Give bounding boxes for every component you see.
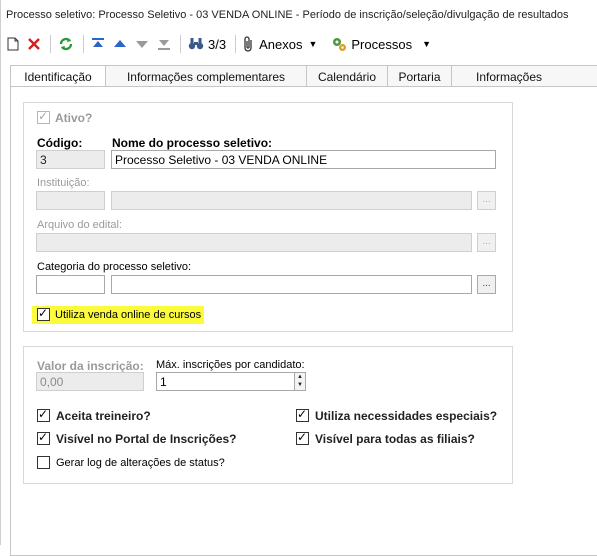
paperclip-icon: [244, 36, 252, 52]
next-record-button[interactable]: [132, 33, 152, 55]
last-record-button[interactable]: [154, 33, 174, 55]
treineiro-checkbox[interactable]: ✓: [37, 407, 50, 422]
max-inscricoes-spinner[interactable]: ▲ ▼: [294, 372, 306, 391]
gears-icon: [333, 38, 347, 51]
log-checkbox[interactable]: [37, 456, 50, 469]
filiais-label: Visível para todas as filiais?: [315, 432, 475, 446]
nome-label: Nome do processo seletivo:: [112, 136, 273, 150]
arrow-down-icon: [136, 41, 148, 48]
tab-informacoes-complementares[interactable]: Informações complementares: [105, 65, 307, 87]
max-inscricoes-label: Máx. inscrições por candidato:: [156, 359, 305, 371]
first-record-button[interactable]: [88, 33, 108, 55]
venda-online-label: Utiliza venda online de cursos: [55, 309, 202, 321]
new-record-button[interactable]: [4, 33, 22, 55]
max-inscricoes-field[interactable]: 1: [156, 372, 295, 391]
treineiro-label: Aceita treineiro?: [56, 409, 151, 423]
binoculars-icon: [188, 38, 204, 50]
attachments-button[interactable]: Anexos ▼: [240, 33, 320, 55]
processes-button[interactable]: Processos ▼: [328, 33, 434, 55]
tab-informacoes-financeiras[interactable]: Informações financeiras: [451, 65, 597, 87]
arquivo-browse-button[interactable]: ...: [477, 233, 496, 252]
checkmark-icon: ✓: [38, 306, 49, 320]
categoria-code-field[interactable]: [36, 275, 105, 294]
checkmark-icon: ✓: [38, 109, 49, 123]
tab-calendario[interactable]: Calendário: [306, 65, 388, 87]
processes-label: Processos: [351, 36, 413, 52]
ativo-label: Ativo?: [55, 111, 93, 125]
necessidades-label: Utiliza necessidades especiais?: [315, 409, 498, 423]
arquivo-label: Arquivo do edital:: [37, 219, 122, 231]
first-record-icon: [92, 38, 104, 47]
delete-x-icon: [28, 38, 40, 50]
ativo-checkbox[interactable]: ✓: [37, 109, 50, 124]
codigo-label: Código:: [37, 136, 83, 150]
checkmark-icon: ✓: [38, 407, 49, 421]
valor-field: 0,00: [36, 372, 144, 391]
valor-label: Valor da inscrição:: [37, 359, 144, 373]
arquivo-field: [36, 233, 472, 252]
categoria-label: Categoria do processo seletivo:: [37, 261, 192, 273]
attachments-label: Anexos: [259, 36, 303, 52]
toolbar-separator: [235, 35, 237, 53]
categoria-browse-button[interactable]: ...: [477, 275, 496, 294]
last-record-icon: [158, 40, 170, 50]
codigo-field: 3: [36, 150, 105, 169]
filiais-checkbox[interactable]: ✓: [296, 430, 309, 445]
spin-up-icon[interactable]: ▲: [295, 373, 305, 381]
checkmark-icon: ✓: [297, 407, 308, 421]
portal-label: Visível no Portal de Inscrições?: [56, 432, 237, 446]
find-button[interactable]: 3/3: [185, 33, 229, 55]
window-title: Processo seletivo: Processo Seletivo - 0…: [6, 9, 569, 21]
nome-field[interactable]: Processo Seletivo - 03 VENDA ONLINE: [111, 150, 496, 169]
previous-record-button[interactable]: [110, 33, 130, 55]
instituicao-browse-button[interactable]: ...: [477, 191, 496, 210]
toolbar-separator: [83, 35, 84, 53]
spin-down-icon[interactable]: ▼: [295, 381, 305, 389]
checkmark-icon: ✓: [297, 430, 308, 444]
toolbar-separator: [50, 35, 51, 53]
chevron-down-icon: ▼: [422, 39, 431, 49]
record-counter: 3/3: [208, 36, 227, 52]
delete-record-button[interactable]: [24, 33, 44, 55]
toolbar: 3/3 Anexos ▼ Processos ▼: [0, 30, 597, 58]
refresh-button[interactable]: [55, 33, 77, 55]
portal-checkbox[interactable]: ✓: [37, 430, 50, 445]
new-document-icon: [7, 37, 19, 51]
tab-portaria[interactable]: Portaria: [387, 65, 452, 87]
instituicao-name-field: [111, 191, 472, 210]
chevron-down-icon: ▼: [308, 39, 318, 49]
tab-identificacao[interactable]: Identificação: [10, 65, 106, 88]
log-label: Gerar log de alterações de status?: [56, 457, 225, 469]
instituicao-label: Instituição:: [37, 177, 90, 189]
refresh-icon: [59, 37, 73, 51]
toolbar-separator: [180, 35, 181, 53]
categoria-name-field[interactable]: [111, 275, 472, 294]
tab-strip: Identificação Informações complementares…: [10, 65, 597, 88]
checkmark-icon: ✓: [38, 430, 49, 444]
arrow-up-icon: [114, 40, 126, 47]
instituicao-code-field: [36, 191, 105, 210]
necessidades-checkbox[interactable]: ✓: [296, 407, 309, 422]
venda-online-checkbox[interactable]: ✓: [37, 306, 50, 321]
